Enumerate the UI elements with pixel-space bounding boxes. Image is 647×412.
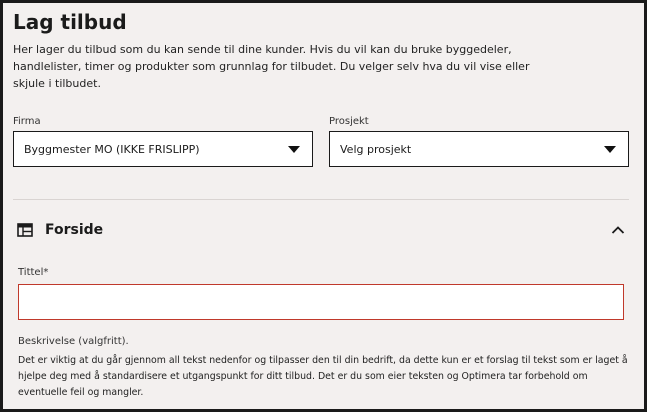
beskrivelse-help-text: Det er viktig at du går gjennom all teks… <box>18 355 628 398</box>
intro-text: Her lager du tilbud som du kan sende til… <box>13 43 530 90</box>
caret-down-icon <box>604 145 616 153</box>
forside-section-header[interactable]: Forside <box>13 217 629 243</box>
prosjekt-select[interactable]: Velg prosjekt <box>329 131 629 167</box>
caret-down-icon <box>288 145 300 153</box>
firma-label: Firma <box>13 116 41 127</box>
firma-select[interactable]: Byggmester MO (IKKE FRISLIPP) <box>13 131 313 167</box>
prosjekt-label: Prosjekt <box>329 116 369 127</box>
chevron-up-icon[interactable] <box>611 225 625 235</box>
tittel-label: Tittel* <box>18 267 49 278</box>
beskrivelse-label: Beskrivelse (valgfritt). <box>18 336 129 347</box>
table-icon <box>17 223 33 237</box>
forside-title: Forside <box>45 222 104 238</box>
prosjekt-select-value: Velg prosjekt <box>340 142 412 156</box>
offer-form: Lag tilbud Her lager du tilbud som du ka… <box>3 3 644 409</box>
forside-section-left: Forside <box>13 222 103 238</box>
page-title: Lag tilbud <box>13 10 127 34</box>
tittel-input[interactable] <box>18 284 624 320</box>
section-divider <box>13 199 629 200</box>
firma-select-value: Byggmester MO (IKKE FRISLIPP) <box>24 142 200 156</box>
